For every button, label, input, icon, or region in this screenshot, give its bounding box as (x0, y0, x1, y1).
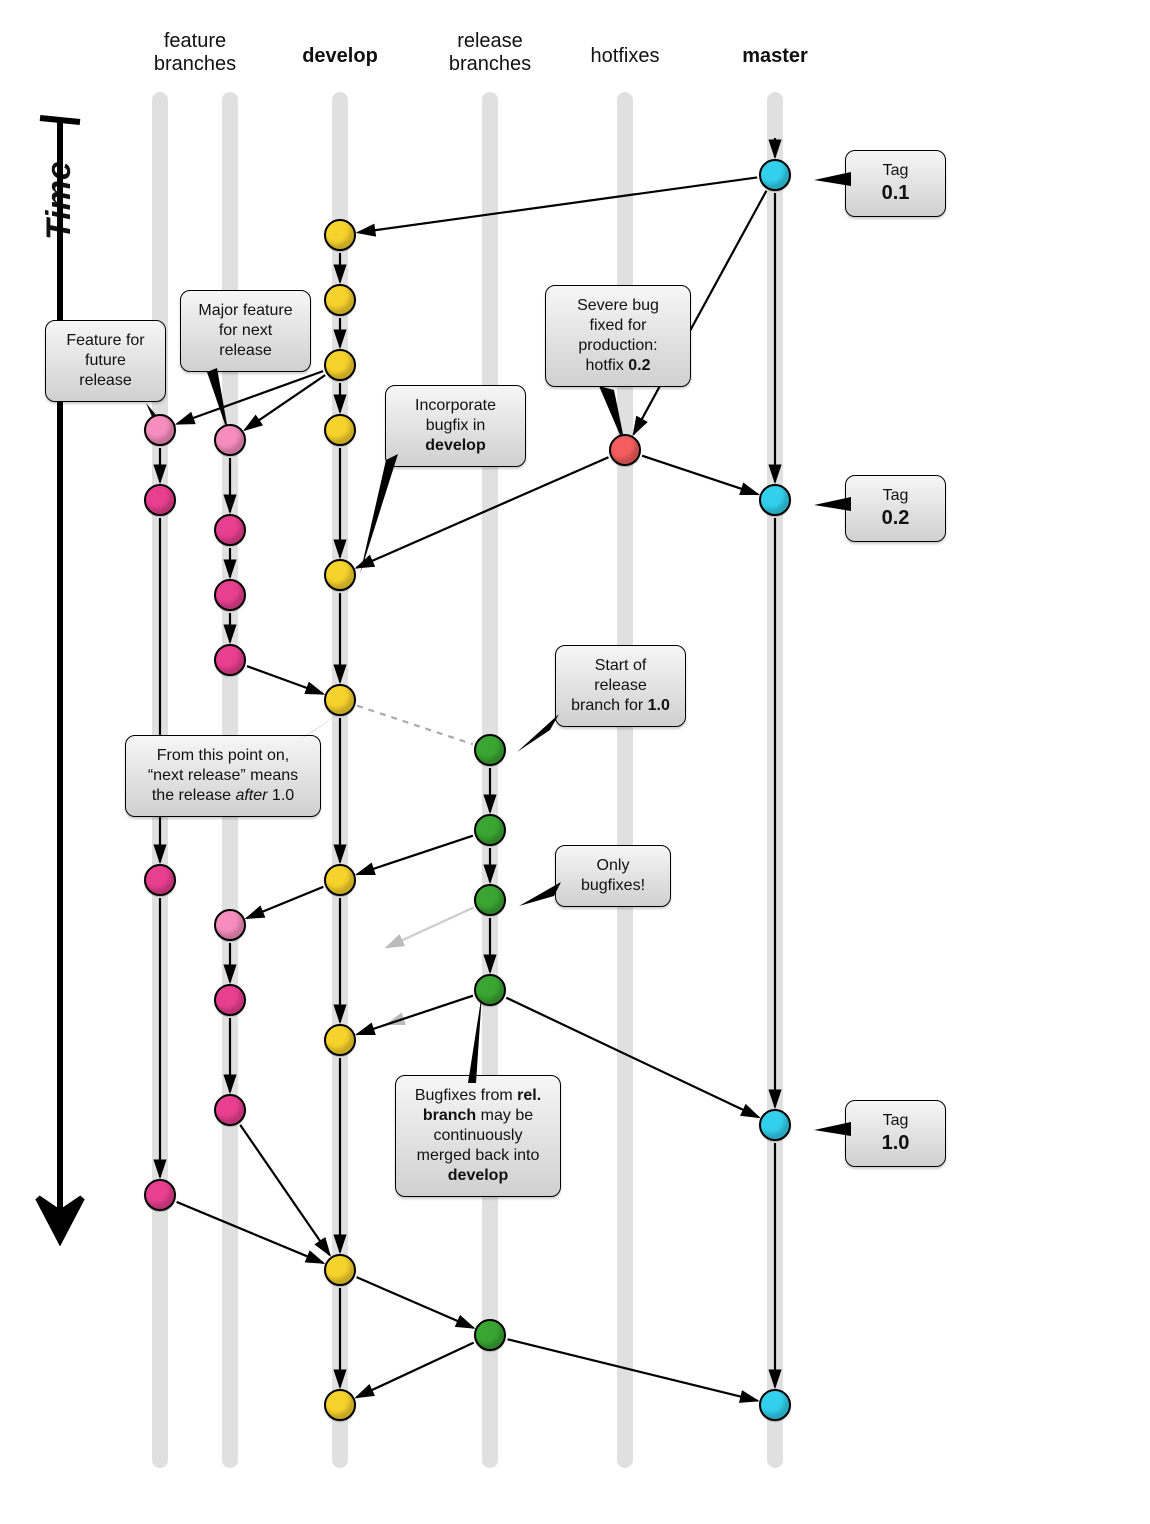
tag-10: Tag1.0 (845, 1100, 946, 1167)
commit-d10 (324, 1389, 356, 1421)
callout-merge-back: Bugfixes from rel. branch may be continu… (395, 1075, 561, 1197)
commit-g2 (214, 514, 246, 546)
callout-severe-bug: Severe bug fixed for production: hotfix … (545, 285, 691, 387)
callout-incorporate-bugfix: Incorporate bugfix in develop (385, 385, 526, 467)
commit-m4 (759, 1389, 791, 1421)
commit-f3 (144, 864, 176, 896)
commit-f1 (144, 414, 176, 446)
commit-m1 (759, 159, 791, 191)
commit-r4 (474, 974, 506, 1006)
commit-r2 (474, 814, 506, 846)
commit-g6 (214, 984, 246, 1016)
callout-future-feature: Feature for future release (45, 320, 166, 402)
commit-g5 (214, 909, 246, 941)
commit-g3 (214, 579, 246, 611)
commit-d5 (324, 559, 356, 591)
callout-major-feature: Major feature for next release (180, 290, 311, 372)
commit-r1 (474, 734, 506, 766)
commit-d7 (324, 864, 356, 896)
commit-m2 (759, 484, 791, 516)
commit-r3 (474, 884, 506, 916)
gitflow-diagram: Time featurebranches develop releasebran… (0, 0, 1150, 1524)
callout-next-release: From this point on, “next release” means… (125, 735, 321, 817)
commit-d9 (324, 1254, 356, 1286)
tag-01: Tag0.1 (845, 150, 946, 217)
commit-d8 (324, 1024, 356, 1056)
tag-02: Tag0.2 (845, 475, 946, 542)
commit-d2 (324, 284, 356, 316)
commit-d1 (324, 219, 356, 251)
commit-g7 (214, 1094, 246, 1126)
commit-d3 (324, 349, 356, 381)
commit-f2 (144, 484, 176, 516)
commit-f4 (144, 1179, 176, 1211)
commit-m3 (759, 1109, 791, 1141)
callout-start-release: Start of release branch for 1.0 (555, 645, 686, 727)
commit-g1 (214, 424, 246, 456)
commit-h1 (609, 434, 641, 466)
commit-r5 (474, 1319, 506, 1351)
commit-d4 (324, 414, 356, 446)
commit-g4 (214, 644, 246, 676)
commit-d6 (324, 684, 356, 716)
callout-only-bugfixes: Only bugfixes! (555, 845, 671, 907)
